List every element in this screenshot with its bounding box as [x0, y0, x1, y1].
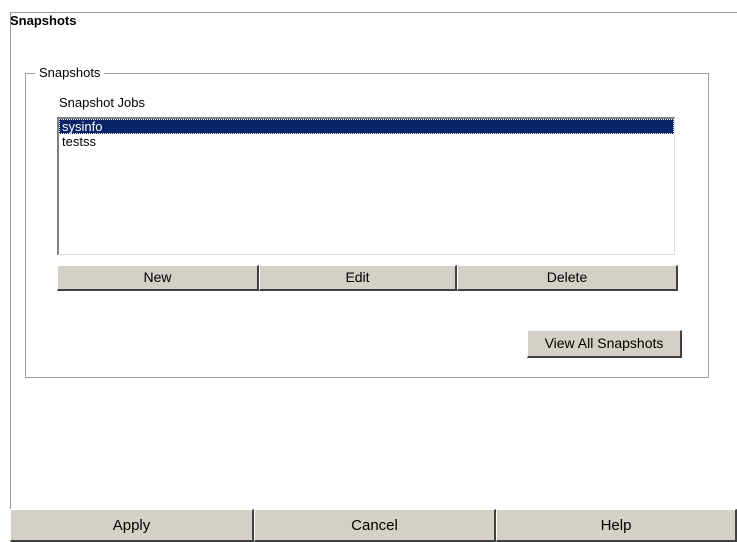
footer-button-bar: Apply Cancel Help	[10, 509, 737, 542]
new-button[interactable]: New	[57, 265, 259, 291]
page-title: Snapshots	[10, 13, 77, 28]
snapshot-jobs-label: Snapshot Jobs	[59, 95, 146, 110]
apply-button[interactable]: Apply	[10, 509, 254, 542]
help-button[interactable]: Help	[496, 509, 737, 542]
snapshot-jobs-listbox[interactable]: sysinfo testss	[57, 117, 675, 255]
list-item[interactable]: sysinfo	[59, 119, 674, 134]
edit-button[interactable]: Edit	[259, 265, 457, 291]
cancel-button[interactable]: Cancel	[254, 509, 496, 542]
job-actions-row: New Edit Delete	[57, 265, 678, 293]
groupbox-legend: Snapshots	[35, 65, 105, 80]
delete-button[interactable]: Delete	[457, 265, 678, 291]
view-all-snapshots-button[interactable]: View All Snapshots	[527, 330, 682, 358]
list-item[interactable]: testss	[59, 134, 674, 149]
